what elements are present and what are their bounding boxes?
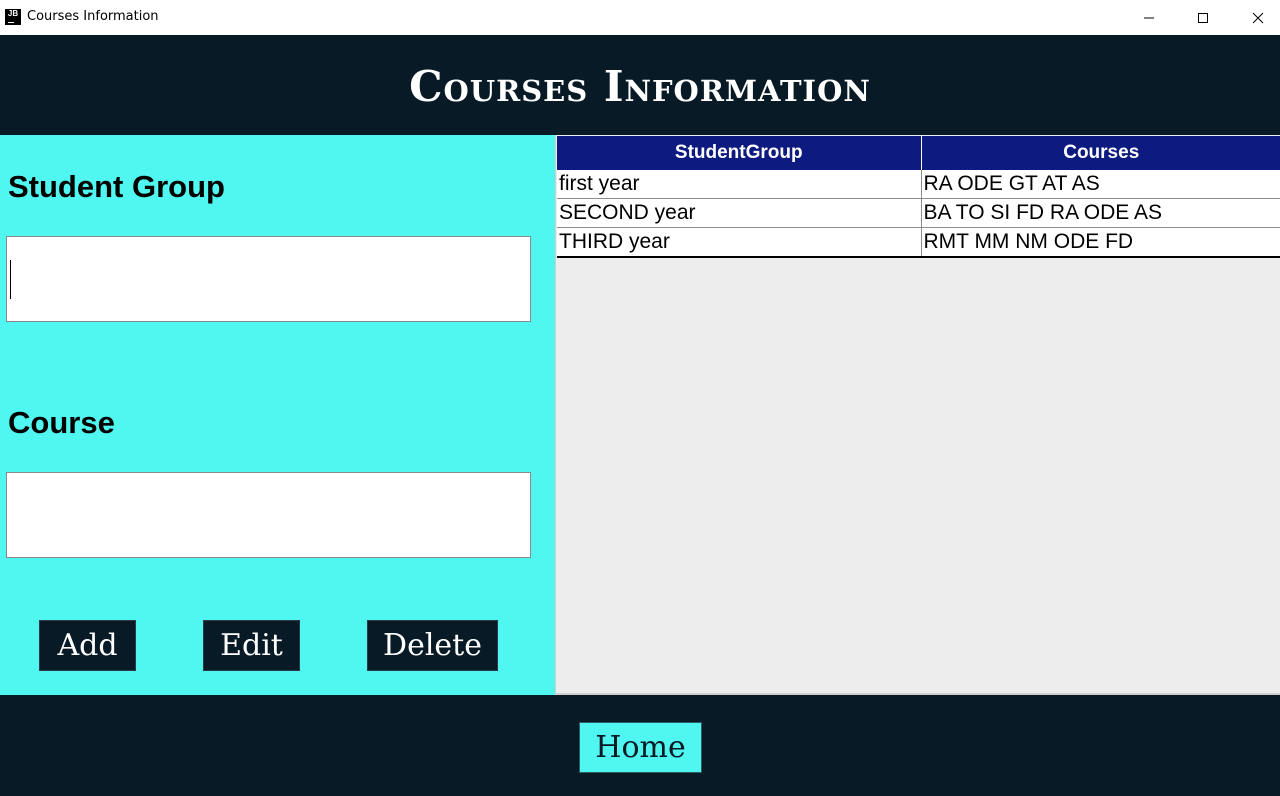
column-header-studentgroup[interactable]: StudentGroup bbox=[557, 136, 921, 170]
page-title: Courses Information bbox=[409, 61, 871, 111]
student-group-input[interactable] bbox=[6, 236, 531, 322]
course-input[interactable] bbox=[6, 472, 531, 558]
add-button[interactable]: Add bbox=[39, 620, 136, 671]
page-footer: Home bbox=[0, 695, 1280, 796]
window-title: Courses Information bbox=[27, 9, 159, 24]
table-row[interactable]: first year RA ODE GT AT AS bbox=[557, 170, 1280, 199]
table-cell-courses[interactable]: RA ODE GT AT AS bbox=[921, 170, 1280, 199]
minimize-button[interactable] bbox=[1122, 0, 1176, 35]
courses-table: StudentGroup Courses first year RA ODE G… bbox=[557, 136, 1280, 258]
edit-button[interactable]: Edit bbox=[203, 620, 300, 671]
page-header: Courses Information bbox=[0, 35, 1280, 135]
course-form-panel: Student Group Course Add Edit Delete bbox=[0, 135, 555, 695]
column-header-courses[interactable]: Courses bbox=[920, 136, 1280, 170]
table-header-row: StudentGroup Courses bbox=[557, 136, 1280, 170]
minimize-icon bbox=[1144, 17, 1154, 18]
table-cell-student-group[interactable]: SECOND year bbox=[557, 198, 922, 228]
close-button[interactable] bbox=[1231, 0, 1280, 35]
maximize-icon bbox=[1198, 12, 1208, 23]
table-cell-courses[interactable]: BA TO SI FD RA ODE AS bbox=[921, 198, 1280, 228]
close-icon bbox=[1252, 12, 1264, 23]
courses-table-area[interactable]: StudentGroup Courses first year RA ODE G… bbox=[555, 135, 1280, 695]
table-row[interactable]: THIRD year RMT MM NM ODE FD bbox=[557, 227, 1280, 258]
maximize-button[interactable] bbox=[1176, 0, 1230, 35]
app-logo-icon: JB bbox=[5, 9, 21, 25]
table-cell-student-group[interactable]: THIRD year bbox=[557, 227, 922, 258]
home-button[interactable]: Home bbox=[579, 722, 702, 773]
student-group-label: Student Group bbox=[8, 169, 225, 204]
window-titlebar: JB Courses Information bbox=[0, 0, 1280, 35]
delete-button[interactable]: Delete bbox=[367, 620, 498, 671]
app-icon-text: JB bbox=[7, 9, 19, 18]
table-cell-courses[interactable]: RMT MM NM ODE FD bbox=[921, 227, 1280, 258]
table-cell-student-group[interactable]: first year bbox=[557, 170, 922, 199]
text-caret bbox=[10, 260, 11, 299]
course-label: Course bbox=[8, 405, 115, 440]
table-row[interactable]: SECOND year BA TO SI FD RA ODE AS bbox=[557, 198, 1280, 228]
